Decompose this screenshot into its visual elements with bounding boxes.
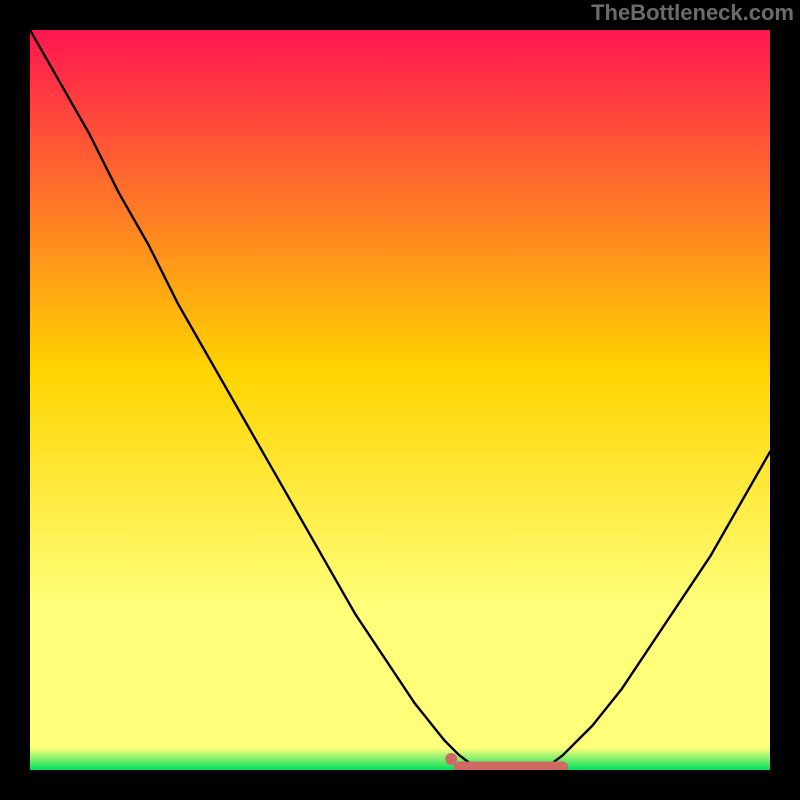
watermark-text: TheBottleneck.com [591, 0, 794, 26]
optimal-start-dot [445, 753, 457, 765]
chart-plot [30, 30, 770, 770]
chart-stage: TheBottleneck.com [0, 0, 800, 800]
